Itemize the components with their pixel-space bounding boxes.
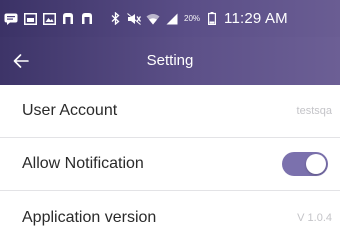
user-account-value: testsqa	[296, 105, 332, 117]
setting-row-application-version: Application version V 1.0.4	[0, 191, 340, 244]
toggle-knob	[306, 154, 326, 174]
battery-icon	[205, 12, 219, 26]
status-notifications	[4, 12, 94, 26]
setting-label: User Account	[22, 102, 118, 119]
arrow-left-icon	[13, 54, 29, 68]
battery-percent: 20%	[184, 14, 201, 23]
status-bar: 20% 11:29 AM	[0, 0, 340, 37]
setting-label: Application version	[22, 208, 157, 226]
setting-row-user-account[interactable]: User Account testsqa	[0, 85, 340, 138]
notification-icon	[61, 12, 75, 26]
gallery-icon	[42, 12, 56, 26]
image-icon	[23, 12, 37, 26]
app-header: Setting	[0, 37, 340, 85]
message-icon	[4, 12, 18, 26]
page-title: Setting	[146, 52, 194, 69]
app-version-value: V 1.0.4	[297, 211, 332, 224]
status-time: 11:29 AM	[224, 10, 288, 27]
settings-list: User Account testsqa Allow Notification …	[0, 85, 340, 244]
mute-icon	[127, 12, 141, 26]
notification-icon	[80, 12, 94, 26]
status-system: 20% 11:29 AM	[108, 10, 288, 27]
bluetooth-icon	[108, 12, 122, 26]
signal-icon	[165, 12, 179, 26]
wifi-icon	[146, 12, 160, 26]
setting-row-allow-notification: Allow Notification	[0, 138, 340, 191]
back-button[interactable]	[6, 46, 36, 76]
notification-toggle[interactable]	[282, 152, 328, 176]
